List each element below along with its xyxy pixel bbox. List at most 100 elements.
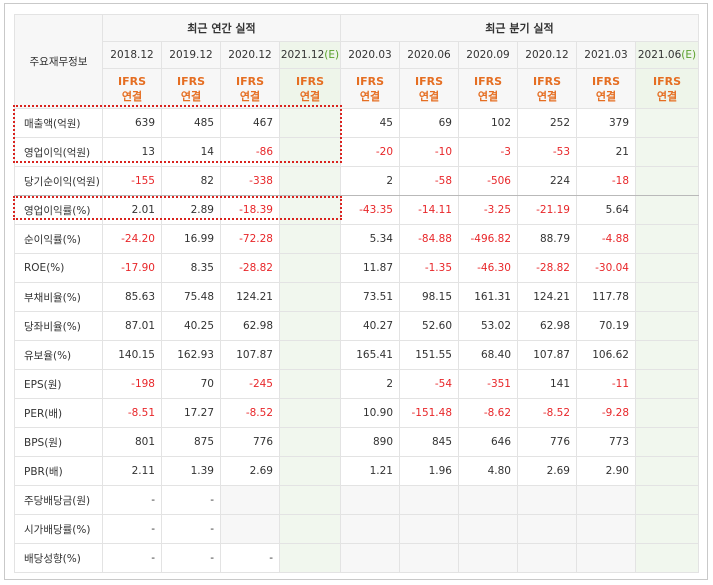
ifrs-line1: IFRS — [118, 74, 146, 88]
ifrs-line1: IFRS — [415, 74, 443, 88]
table-cell: -20 — [340, 137, 400, 167]
table-cell: 124.21 — [517, 282, 577, 312]
table-cell — [635, 282, 699, 312]
table-cell — [635, 166, 699, 196]
table-cell: 73.51 — [340, 282, 400, 312]
table-cell: 379 — [576, 108, 636, 138]
table-cell: -8.62 — [458, 398, 518, 428]
period-header-0: 2018.12 — [102, 41, 162, 69]
estimate-marker: (E) — [324, 49, 340, 61]
table-cell: -11 — [576, 369, 636, 399]
ifrs-line1: IFRS — [592, 74, 620, 88]
row-label: PBR(배) — [14, 456, 103, 486]
table-cell: 161.31 — [458, 282, 518, 312]
table-cell: 85.63 — [102, 282, 162, 312]
table-row: 영업이익(억원) 13 14 -86 -20 -10 -3 -53 21 — [14, 137, 699, 167]
table-cell — [279, 543, 341, 573]
table-cell — [279, 253, 341, 283]
table-cell — [635, 543, 699, 573]
table-cell: -43.35 — [340, 195, 400, 225]
table-row: 당기순이익(억원) -155 82 -338 2 -58 -506 224 -18 — [14, 166, 699, 196]
quarterly-header: 최근 분기 실적 — [340, 14, 699, 42]
table-cell — [340, 543, 400, 573]
table-cell: 70.19 — [576, 311, 636, 341]
table-cell: 140.15 — [102, 340, 162, 370]
period-header-1: 2019.12 — [161, 41, 221, 69]
table-cell: 2.69 — [517, 456, 577, 486]
ifrs-line2: 연결 — [595, 89, 617, 103]
table-cell — [576, 543, 636, 573]
table-cell: 141 — [517, 369, 577, 399]
table-cell: 2.69 — [220, 456, 280, 486]
ifrs-label: IFRS 연결 — [635, 68, 699, 109]
table-cell — [279, 224, 341, 254]
table-cell — [279, 514, 341, 544]
period-label: 2020.12 — [525, 49, 569, 61]
row-label: BPS(원) — [14, 427, 103, 457]
table-cell: 8.35 — [161, 253, 221, 283]
table-cell: -72.28 — [220, 224, 280, 254]
period-header-5: 2020.06 — [399, 41, 459, 69]
financial-table: 주요재무정보 최근 연간 실적 최근 분기 실적 2018.12 2019.12 2… — [14, 14, 699, 573]
table-cell — [635, 137, 699, 167]
period-label: 2021.06 — [637, 49, 682, 61]
ifrs-line2: 연결 — [121, 89, 143, 103]
table-cell: 224 — [517, 166, 577, 196]
table-cell: -30.04 — [576, 253, 636, 283]
table-row: ROE(%) -17.90 8.35 -28.82 11.87 -1.35 -46.30 -2… — [14, 253, 699, 283]
table-cell: 107.87 — [517, 340, 577, 370]
table-cell — [635, 456, 699, 486]
table-cell: 1.21 — [340, 456, 400, 486]
ifrs-label: IFRS 연결 — [576, 68, 636, 109]
ifrs-line1: IFRS — [296, 74, 324, 88]
row-label: 주당배당금(원) — [14, 485, 103, 515]
table-row: 부채비율(%) 85.63 75.48 124.21 73.51 98.15 161.31 1… — [14, 282, 699, 312]
table-cell: 2.01 — [102, 195, 162, 225]
table-cell: -54 — [399, 369, 459, 399]
table-cell: -8.52 — [220, 398, 280, 428]
table-cell — [635, 369, 699, 399]
table-cell — [279, 427, 341, 457]
ifrs-label: IFRS 연결 — [458, 68, 518, 109]
table-cell: -84.88 — [399, 224, 459, 254]
table-cell — [279, 137, 341, 167]
table-cell: -18 — [576, 166, 636, 196]
table-cell: 2 — [340, 166, 400, 196]
table-cell — [220, 514, 280, 544]
table-cell — [635, 427, 699, 457]
ifrs-line1: IFRS — [177, 74, 205, 88]
table-row: 매출액(억원) 639 485 467 45 69 102 252 379 — [14, 108, 699, 138]
table-cell: -8.52 — [517, 398, 577, 428]
table-cell: - — [102, 543, 162, 573]
ifrs-line2: 연결 — [656, 89, 678, 103]
ifrs-label: IFRS 연결 — [399, 68, 459, 109]
ifrs-label: IFRS 연결 — [517, 68, 577, 109]
table-cell: 485 — [161, 108, 221, 138]
table-cell — [279, 485, 341, 515]
table-row: 시가배당률(%) - - — [14, 514, 699, 544]
table-cell: 88.79 — [517, 224, 577, 254]
table-row: 배당성향(%) - - - — [14, 543, 699, 573]
annual-header: 최근 연간 실적 — [102, 14, 341, 42]
table-cell: -151.48 — [399, 398, 459, 428]
table-cell: 124.21 — [220, 282, 280, 312]
table-cell — [279, 282, 341, 312]
table-row: 주당배당금(원) - - — [14, 485, 699, 515]
ifrs-label: IFRS 연결 — [161, 68, 221, 109]
table-cell: - — [102, 485, 162, 515]
table-cell: 102 — [458, 108, 518, 138]
table-cell: 70 — [161, 369, 221, 399]
row-label: 유보율(%) — [14, 340, 103, 370]
table-row: BPS(원) 801 875 776 890 845 646 776 773 — [14, 427, 699, 457]
period-header-7: 2020.12 — [517, 41, 577, 69]
table-cell: - — [102, 514, 162, 544]
table-cell: -198 — [102, 369, 162, 399]
ifrs-line1: IFRS — [236, 74, 264, 88]
table-row: 영업이익률(%) 2.01 2.89 -18.39 -43.35 -14.11 -3.25-… — [14, 195, 699, 225]
ifrs-line2: 연결 — [418, 89, 440, 103]
table-cell: 82 — [161, 166, 221, 196]
table-cell — [635, 514, 699, 544]
table-cell — [279, 195, 341, 225]
table-cell — [635, 340, 699, 370]
table-cell: 845 — [399, 427, 459, 457]
